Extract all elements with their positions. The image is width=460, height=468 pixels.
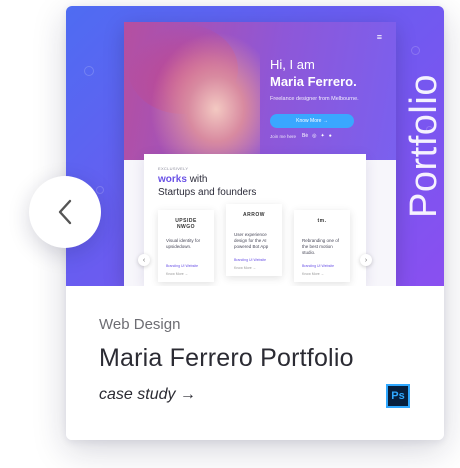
preview-greeting: Hi, I am: [270, 57, 315, 72]
portfolio-card[interactable]: ≡ Hi, I am Maria Ferrero. Freelance desi…: [66, 6, 444, 440]
card-body: Web Design Maria Ferrero Portfolio case …: [66, 286, 444, 440]
project-more: Know More →: [302, 272, 325, 276]
hamburger-icon: ≡: [376, 32, 382, 42]
decor-ring: [84, 66, 94, 76]
preview-project-card: ARROW User experience design for the AI …: [226, 204, 282, 276]
preview-cta-button: Know More →: [270, 114, 354, 128]
project-tag: Branding UI Website: [166, 264, 199, 268]
preview-next-arrow-icon: ›: [360, 254, 372, 266]
case-study-link[interactable]: case study →: [99, 386, 196, 404]
dribbble-icon: ◎: [312, 133, 317, 139]
website-preview: ≡ Hi, I am Maria Ferrero. Freelance desi…: [124, 22, 396, 286]
card-hero-image: ≡ Hi, I am Maria Ferrero. Freelance desi…: [66, 6, 444, 286]
project-text: User experience design for the AI powere…: [234, 232, 269, 249]
portfolio-vertical-text: Portfolio: [402, 74, 445, 218]
preview-headline-em: works: [158, 174, 187, 185]
preview-project-card: tm. Rebranding one of the best motion st…: [294, 210, 350, 282]
preview-role: Freelance designer from Melbourne.: [270, 96, 359, 102]
preview-headline-rest: with: [189, 174, 208, 185]
project-text: Rebranding one of the best motion studio…: [302, 238, 340, 255]
github-icon: ●: [328, 133, 332, 139]
project-logo: ARROW: [243, 212, 265, 218]
preview-photo: [150, 32, 260, 172]
preview-prev-arrow-icon: ‹: [138, 254, 150, 266]
decor-ring: [411, 46, 420, 55]
photoshop-icon: Ps: [386, 384, 410, 408]
preview-headline-line2: Startups and founders: [158, 187, 257, 198]
project-more: Know More →: [234, 266, 257, 270]
portfolio-vertical-label: Portfolio: [403, 74, 445, 218]
preview-project-card: UPSIDE NWGO Visual identity for upsidedow…: [158, 210, 214, 282]
preview-works-panel: EXCLUSIVELY works with Startups and foun…: [138, 154, 372, 286]
decor-ring: [96, 186, 104, 194]
chevron-left-icon: [58, 199, 72, 225]
preview-name: Maria Ferrero.: [270, 74, 357, 89]
project-tag: Branding UI Website: [234, 258, 267, 262]
preview-social-links: Bė ◎ ✦ ●: [302, 133, 332, 139]
preview-kicker: EXCLUSIVELY: [158, 166, 189, 171]
behance-icon: Bė: [302, 133, 309, 139]
prev-button[interactable]: [29, 176, 101, 248]
preview-headline: works with: [158, 174, 207, 185]
project-text: Visual identity for upsidedown.: [166, 238, 201, 249]
project-logo: UPSIDE NWGO: [175, 218, 197, 230]
card-title[interactable]: Maria Ferrero Portfolio: [99, 344, 354, 373]
twitter-icon: ✦: [320, 133, 325, 139]
project-logo: tm.: [317, 218, 327, 224]
project-more: Know More →: [166, 272, 189, 276]
project-tag: Branding UI Website: [302, 264, 335, 268]
preview-hero: ≡ Hi, I am Maria Ferrero. Freelance desi…: [124, 22, 396, 172]
preview-join-text: Join me here: [270, 134, 297, 139]
card-category: Web Design: [99, 316, 181, 333]
